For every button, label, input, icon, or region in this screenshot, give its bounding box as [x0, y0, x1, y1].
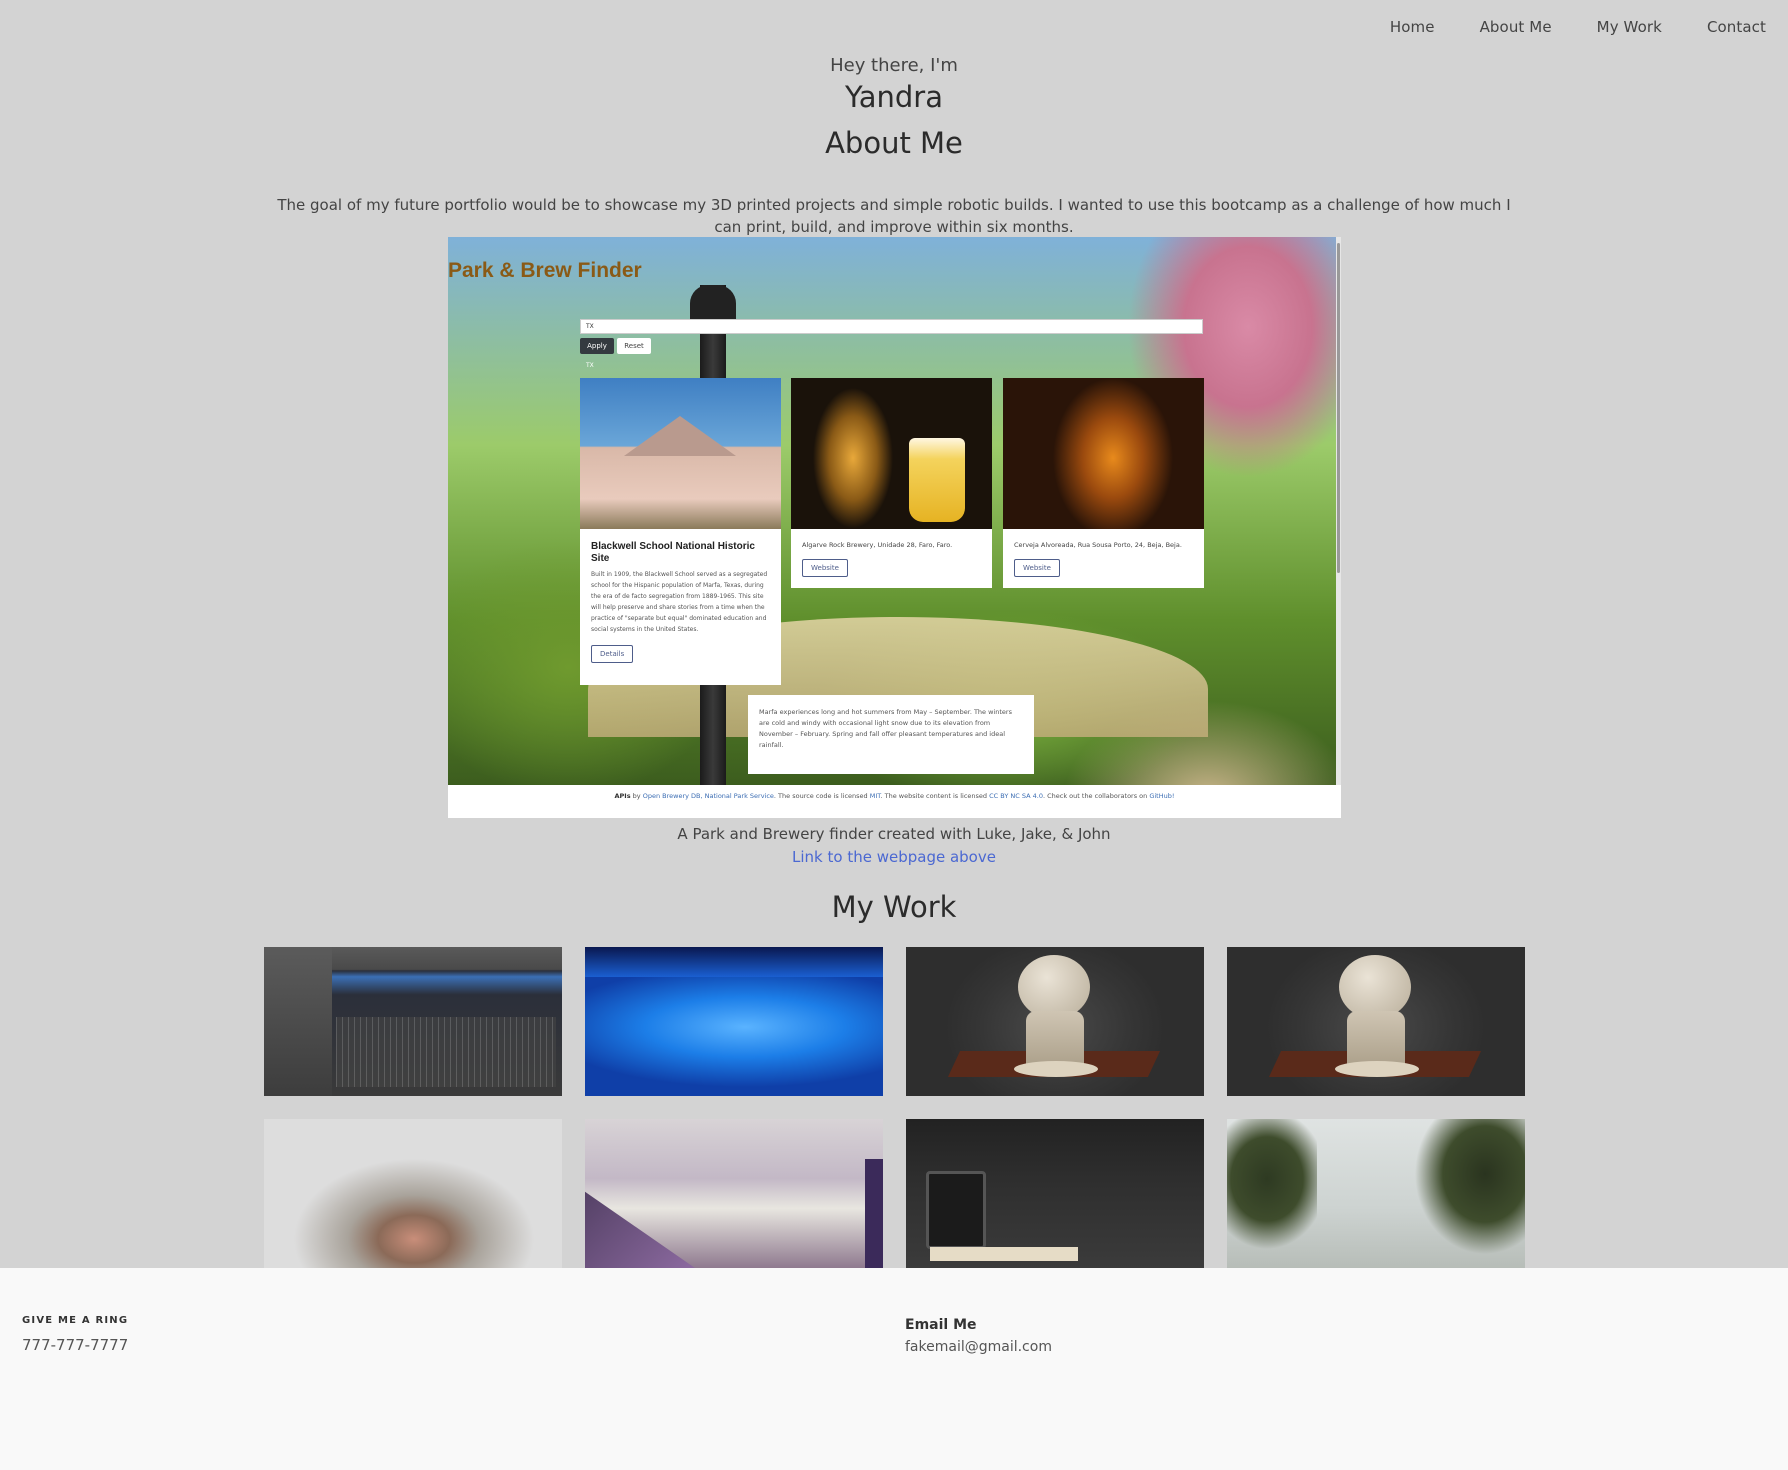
main-nav: Home About Me My Work Contact: [1390, 18, 1766, 36]
nav-contact-link[interactable]: Contact: [1707, 18, 1766, 36]
phone-number[interactable]: 777-777-7777: [22, 1336, 128, 1354]
phone-heading: GIVE ME A RING: [22, 1315, 129, 1326]
work-tile-desk-gadgets[interactable]: [906, 1119, 1204, 1268]
screenshot-state-tag: TX: [586, 362, 594, 369]
featured-project-screenshot[interactable]: Park & Brew Finder TX Apply Reset TX Bla…: [448, 237, 1341, 818]
work-tile-atlas-statue[interactable]: [1227, 947, 1525, 1096]
brewery-card-website-button: Website: [802, 559, 848, 577]
screenshot-footer: APIs by Open Brewery DB, National Park S…: [614, 792, 1175, 800]
screenshot-apply-button: Apply: [580, 338, 614, 354]
park-card-details-button: Details: [591, 645, 634, 663]
park-card-text: Built in 1909, the Blackwell School serv…: [591, 571, 768, 633]
featured-caption: A Park and Brewery finder created with L…: [677, 825, 1111, 843]
hero-name: Yandra: [845, 80, 943, 114]
screenshot-title: Park & Brew Finder: [448, 259, 642, 282]
brewery-card-website-button: Website: [1014, 559, 1060, 577]
screenshot-filter-input: TX: [580, 319, 1203, 334]
work-tile-foggy-trees[interactable]: [1227, 1119, 1525, 1268]
featured-webpage-link[interactable]: Link to the webpage above: [0, 848, 1788, 866]
park-background-image: Park & Brew Finder TX Apply Reset TX Bla…: [448, 237, 1336, 785]
work-tile-sailing-bird[interactable]: [585, 1119, 883, 1268]
about-heading: About Me: [825, 126, 963, 160]
brewery-card-address: Algarve Rock Brewery, Unidade 28, Faro, …: [802, 541, 953, 549]
nav-about-link[interactable]: About Me: [1480, 18, 1552, 36]
park-card: Blackwell School National Historic Site …: [580, 378, 781, 685]
my-work-heading: My Work: [831, 890, 957, 924]
hero-greeting: Hey there, I'm: [830, 55, 958, 76]
schoolhouse-image: [580, 378, 781, 529]
about-text: The goal of my future portfolio would be…: [277, 196, 1511, 236]
park-card-title: Blackwell School National Historic Site: [591, 541, 755, 564]
email-address[interactable]: fakemail@gmail.com: [905, 1339, 1052, 1355]
brewery-card: Algarve Rock Brewery, Unidade 28, Faro, …: [791, 378, 992, 588]
email-heading: Email Me: [905, 1317, 977, 1333]
screenshot-scrollbar: [1336, 237, 1341, 785]
beer-mug-image: [1003, 378, 1204, 529]
screenshot-reset-button: Reset: [617, 338, 651, 354]
brewery-card-address: Cerveja Alvoreada, Rua Sousa Porto, 24, …: [1014, 541, 1182, 549]
beer-bottle-image: [791, 378, 992, 529]
work-tile-audio-editor[interactable]: [264, 947, 562, 1096]
brewery-card: Cerveja Alvoreada, Rua Sousa Porto, 24, …: [1003, 378, 1204, 588]
work-gallery: [264, 947, 1525, 1268]
nav-work-link[interactable]: My Work: [1597, 18, 1662, 36]
work-tile-atlas-statue[interactable]: [906, 947, 1204, 1096]
work-tile-cat-nose[interactable]: [264, 1119, 562, 1268]
nav-home-link[interactable]: Home: [1390, 18, 1435, 36]
climate-info-box: Marfa experiences long and hot summers f…: [748, 695, 1034, 774]
work-tile-blue-printer[interactable]: [585, 947, 883, 1096]
contact-footer: GIVE ME A RING 777-777-7777 Email Me fak…: [0, 1268, 1788, 1470]
